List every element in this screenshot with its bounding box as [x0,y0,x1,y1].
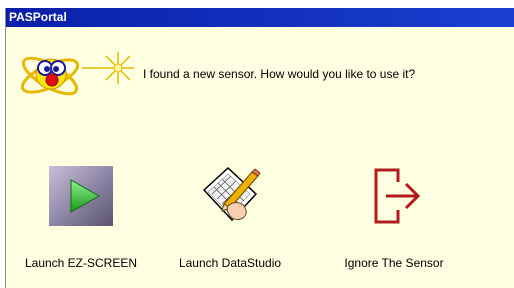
pasportal-window: PASPortal I found a new sensor. How woul… [5,8,514,288]
window-titlebar[interactable]: PASPortal [6,8,514,27]
launch-ez-screen-button[interactable]: Launch EZ-SCREEN [11,164,151,270]
launch-datastudio-button[interactable]: Launch DataStudio [160,164,300,270]
play-icon[interactable] [49,164,113,228]
exit-door-icon[interactable] [362,164,426,228]
ignore-sensor-button[interactable]: Ignore The Sensor [324,164,464,270]
pasco-mascot-icon [20,52,134,96]
launch-datastudio-label: Launch DataStudio [178,256,282,270]
launch-ez-screen-label: Launch EZ-SCREEN [24,256,138,270]
window-title: PASPortal [9,10,67,24]
datastudio-icon[interactable] [198,164,262,228]
ignore-sensor-label: Ignore The Sensor [344,256,444,270]
prompt-message: I found a new sensor. How would you like… [143,67,416,81]
